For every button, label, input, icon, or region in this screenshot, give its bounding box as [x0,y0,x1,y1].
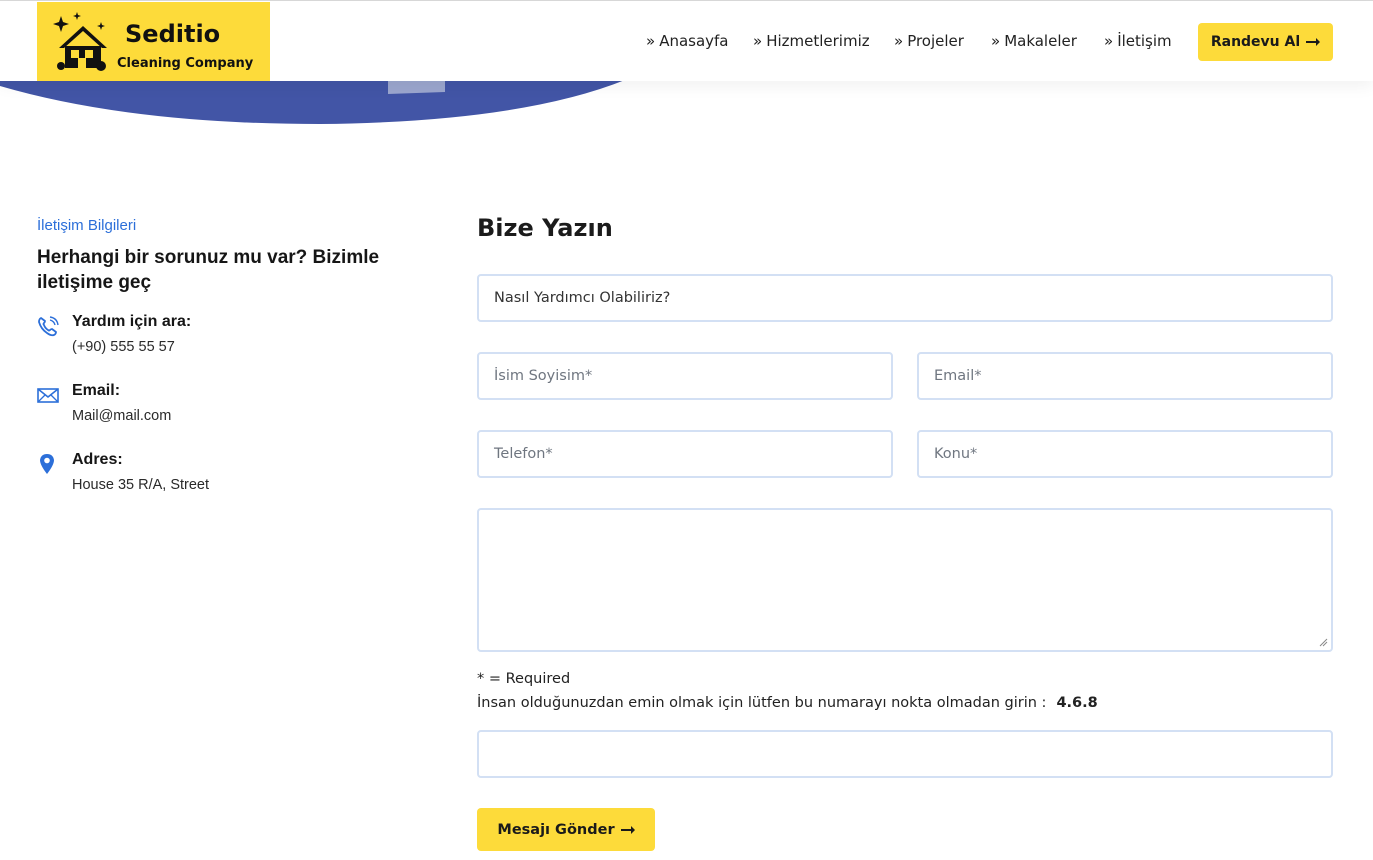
location-pin-icon [40,454,54,474]
email-input-placeholder: Email* [934,368,982,384]
nav-item-makaleler[interactable]: » Makaleler [991,32,1077,50]
nav-item-anasayfa[interactable]: » Anasayfa [646,32,729,50]
nav-prefix: » [894,32,904,50]
subject-select[interactable]: Nasıl Yardımcı Olabiliriz? [477,274,1333,322]
contact-phone: Yardım için ara: (+90) 555 55 57 [37,313,417,363]
brand-title: Seditio [125,20,221,48]
send-message-button[interactable]: Mesajı Gönder [477,808,655,851]
nav-item-projeler[interactable]: » Projeler [894,32,964,50]
envelope-icon [37,388,59,403]
site-header: Seditio Cleaning Company » Anasayfa » Hizm… [0,1,1373,81]
contact-email-label: Email: [72,382,121,399]
name-input[interactable]: İsim Soyisim* [477,352,893,400]
contact-address: Adres: House 35 R/A, Street [37,451,417,501]
phone-input-placeholder: Telefon* [494,446,553,462]
nav-label: İletişim [1117,32,1172,50]
required-note: * = Required [477,671,571,687]
form-title: Bize Yazın [477,214,613,242]
name-input-placeholder: İsim Soyisim* [494,368,593,384]
topic-input-placeholder: Konu* [934,446,978,462]
nav-label: Anasayfa [659,32,729,50]
phone-icon [38,316,59,337]
resize-handle-icon[interactable] [1319,638,1328,647]
nav-item-iletisim[interactable]: » İletişim [1104,32,1172,50]
captcha-prompt: İnsan olduğunuzdan emin olmak için lütfe… [477,695,1098,711]
nav-label: Makaleler [1004,32,1077,50]
message-textarea[interactable] [477,508,1333,652]
nav-prefix: » [646,32,656,50]
subject-select-value: Nasıl Yardımcı Olabiliriz? [494,290,671,306]
email-input[interactable]: Email* [917,352,1333,400]
contact-email-value[interactable]: Mail@mail.com [72,408,171,424]
nav-item-hizmetlerimiz[interactable]: » Hizmetlerimiz [753,32,870,50]
contact-email: Email: Mail@mail.com [37,382,417,432]
nav-prefix: » [753,32,763,50]
house-cleaning-icon [53,12,107,71]
contact-address-label: Adres: [72,451,123,468]
phone-input[interactable]: Telefon* [477,430,893,478]
brand-subtitle: Cleaning Company [117,56,254,71]
contact-info-heading: Herhangi bir sorunuz mu var? Bizimle ile… [37,247,380,293]
captcha-input[interactable] [477,730,1333,778]
nav-label: Hizmetlerimiz [766,32,870,50]
captcha-number: 4.6.8 [1056,695,1098,711]
arrow-right-icon [1306,38,1321,46]
send-message-button-label: Mesajı Gönder [497,821,615,838]
nav-prefix: » [1104,32,1114,50]
contact-phone-value[interactable]: (+90) 555 55 57 [72,339,175,355]
contact-address-value: House 35 R/A, Street [72,477,210,493]
appointment-button-label: Randevu Al [1210,34,1301,50]
nav-label: Projeler [907,32,964,50]
contact-info-eyebrow: İletişim Bilgileri [37,217,137,234]
arrow-right-icon [620,825,635,834]
logo[interactable]: Seditio Cleaning Company [37,2,270,81]
topic-input[interactable]: Konu* [917,430,1333,478]
nav-prefix: » [991,32,1001,50]
appointment-button[interactable]: Randevu Al [1198,23,1333,61]
contact-phone-label: Yardım için ara: [72,313,192,330]
captcha-prompt-text: İnsan olduğunuzdan emin olmak için lütfe… [477,695,1047,711]
